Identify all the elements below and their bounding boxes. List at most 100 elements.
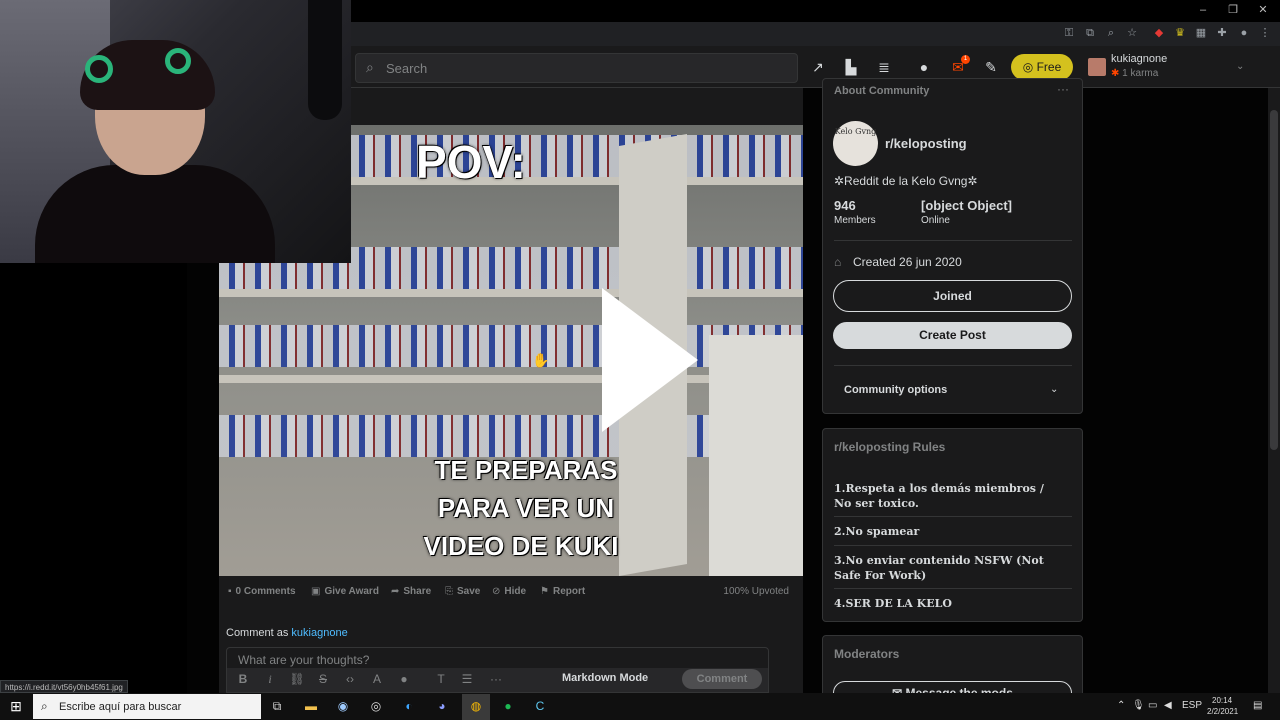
steam-icon[interactable]: ◉ [334, 697, 352, 715]
upvote-ratio: 100% Upvoted [723, 586, 789, 597]
more-options-icon[interactable]: ··· [1057, 82, 1069, 96]
extension-red-icon[interactable]: ◆ [1152, 26, 1166, 40]
save-button[interactable]: ⎘ Save [445, 585, 480, 599]
discord-icon[interactable]: ◕ [433, 697, 451, 715]
browser-menu-icon[interactable]: ⋮ [1258, 26, 1272, 40]
play-icon[interactable] [602, 288, 698, 432]
list-icon[interactable]: ☰ [459, 671, 475, 687]
search-input[interactable] [386, 55, 786, 81]
online-label: Online [921, 215, 950, 226]
chevron-down-icon[interactable]: ⌄ [1236, 61, 1244, 72]
give-award-button[interactable]: ▣ Give Award [311, 585, 379, 599]
video-shelf [219, 289, 803, 297]
screen: – ❐ ✕ ⚿ ⧉ ⌕ ☆ ◆ ♛ ▦ ✚ ● ⋮ ⌕ ↗ ▙ ≣ ● ✉ 1 … [0, 0, 1280, 720]
search-icon: ⌕ [41, 699, 48, 713]
extension-grid-icon[interactable]: ▦ [1194, 26, 1208, 40]
premium-free-button[interactable]: ◎ Free [1011, 54, 1073, 80]
zoom-icon[interactable]: ⌕ [1104, 26, 1118, 40]
video-caption-line: TE PREPARAS [434, 455, 618, 485]
coin-icon: ◎ [1022, 60, 1037, 74]
rule-item[interactable]: 2.No spamear [834, 524, 1064, 539]
task-view-icon[interactable]: ⧉ [268, 697, 286, 715]
scrollbar-thumb[interactable] [1270, 110, 1278, 450]
rule-item[interactable]: 4.SER DE LA KELO [834, 596, 1064, 611]
code-icon[interactable]: ‹› [342, 671, 358, 687]
popular-trending-icon[interactable]: ↗ [808, 58, 828, 76]
hide-icon: ⊘ [492, 586, 501, 597]
left-gutter [0, 263, 187, 693]
comments-button[interactable]: ▪ 0 Comments [228, 585, 296, 599]
divider [834, 588, 1072, 589]
divider [834, 516, 1072, 517]
share-icon: ➦ [391, 586, 400, 597]
app-c-icon[interactable]: C [531, 697, 549, 715]
key-icon[interactable]: ⚿ [1062, 26, 1076, 40]
taskbar-search-text[interactable]: Escribe aquí para buscar [59, 701, 181, 713]
stats-icon[interactable]: ▙ [841, 58, 861, 76]
comment-as-username[interactable]: kukiagnone [291, 627, 347, 639]
comment-submit-button[interactable]: Comment [682, 669, 762, 689]
extension-crown-icon[interactable]: ♛ [1173, 26, 1187, 40]
comments-label: 0 Comments [235, 586, 296, 597]
online-count: [object Object] [921, 198, 1013, 213]
superscript-icon[interactable]: A [369, 671, 385, 687]
heading-icon[interactable]: T [433, 671, 449, 687]
markdown-mode-button[interactable]: Markdown Mode [562, 672, 648, 684]
header-username[interactable]: kukiagnone [1111, 53, 1167, 65]
community-name[interactable]: r/keloposting [885, 136, 967, 151]
close-button[interactable]: ✕ [1248, 2, 1278, 18]
strikethrough-icon[interactable]: S [315, 671, 331, 687]
italic-icon[interactable]: i [262, 671, 278, 687]
cake-icon: ⌂ [834, 255, 842, 269]
translate-icon[interactable]: ⧉ [1083, 26, 1097, 40]
profile-icon[interactable]: ● [1237, 26, 1251, 40]
tray-chevron-up-icon[interactable]: ⌃ [1117, 700, 1125, 711]
github-icon[interactable]: ◎ [367, 697, 385, 715]
comment-input[interactable] [238, 652, 758, 668]
feed-icon[interactable]: ≣ [874, 58, 894, 76]
file-explorer-icon[interactable]: ▬ [302, 697, 320, 715]
volume-icon[interactable]: ◀ [1164, 700, 1172, 711]
rule-item[interactable]: 3.No enviar contenido NSFW (Not Safe For… [834, 553, 1064, 583]
rule-item[interactable]: 1.Respeta a los demás miembros / No ser … [834, 481, 1064, 511]
extensions-puzzle-icon[interactable]: ✚ [1215, 26, 1229, 40]
clock-date[interactable]: 2/2/2021 [1207, 707, 1238, 716]
chat-icon[interactable]: ● [914, 58, 934, 76]
rules-title: r/keloposting Rules [834, 440, 946, 454]
language-indicator[interactable]: ESP [1182, 700, 1202, 711]
chrome-icon[interactable]: ◍ [467, 697, 485, 715]
gift-icon: ▣ [311, 586, 321, 597]
bookmark-star-icon[interactable]: ☆ [1125, 26, 1139, 40]
members-count: 946 [834, 198, 856, 213]
spotify-icon[interactable]: ● [499, 697, 517, 715]
members-label: Members [834, 215, 876, 226]
share-button[interactable]: ➦ Share [391, 585, 431, 599]
joined-button[interactable]: Joined [833, 280, 1072, 312]
bookmark-icon: ⎘ [445, 586, 453, 597]
windows-start-icon[interactable]: ⊞ [0, 693, 32, 720]
minimize-button[interactable]: – [1188, 2, 1218, 18]
report-button[interactable]: ⚑ Report [540, 585, 585, 599]
award-label: Give Award [324, 586, 379, 597]
clock-time[interactable]: 20:14 [1212, 696, 1232, 705]
restore-button[interactable]: ❐ [1218, 2, 1248, 18]
hide-button[interactable]: ⊘ Hide [492, 585, 526, 599]
spoiler-icon[interactable]: ● [396, 671, 412, 687]
more-icon[interactable]: ··· [488, 671, 504, 687]
link-icon[interactable]: ⛓ [289, 671, 305, 687]
chevron-down-icon[interactable]: ⌄ [1050, 384, 1058, 395]
create-post-icon[interactable]: ✎ [981, 58, 1001, 76]
karma-text: 1 karma [1122, 68, 1159, 79]
microphone-tray-icon[interactable]: 🎙 [1132, 700, 1145, 711]
user-avatar[interactable] [1088, 58, 1106, 76]
created-date: Created 26 jun 2020 [853, 255, 962, 269]
community-options-toggle[interactable]: Community options [844, 384, 947, 396]
edge-icon[interactable]: ◐ [400, 697, 418, 715]
divider [834, 240, 1072, 241]
create-post-button[interactable]: Create Post [833, 322, 1072, 349]
bold-icon[interactable]: B [235, 671, 251, 687]
community-icon: Kelo Gvng [833, 121, 878, 166]
notification-center-icon[interactable]: ▤ [1253, 700, 1262, 711]
comment-as-text: Comment as [226, 627, 289, 639]
network-icon[interactable]: ▭ [1148, 700, 1157, 711]
